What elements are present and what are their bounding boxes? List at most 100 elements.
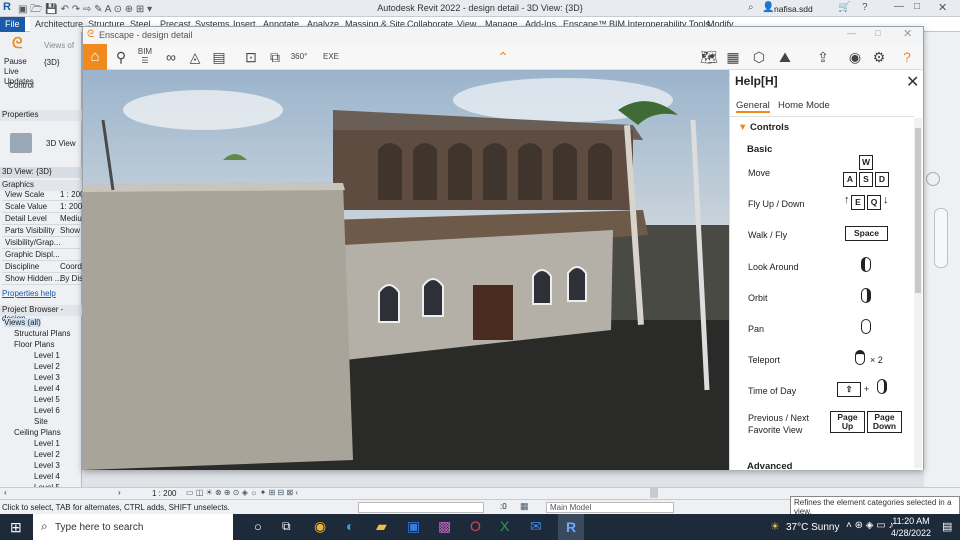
export-icon[interactable]: EXE bbox=[321, 47, 341, 67]
maximize-icon[interactable]: □ bbox=[914, 1, 920, 12]
map-icon[interactable]: 🗺 bbox=[699, 47, 719, 67]
opera-icon[interactable]: O bbox=[470, 518, 481, 534]
design-option-dropdown[interactable]: Main Model bbox=[546, 502, 674, 513]
view-selector[interactable]: {3D} bbox=[44, 58, 60, 67]
photos-icon[interactable]: ▩ bbox=[438, 518, 451, 535]
bim-icon[interactable]: BIM ☰ bbox=[135, 47, 155, 67]
eye-icon[interactable]: ◉ bbox=[845, 47, 865, 67]
property-value[interactable]: 1 : 200 bbox=[60, 190, 82, 199]
browser-tree-item[interactable]: Level 3 bbox=[34, 461, 60, 470]
properties-help-link[interactable]: Properties help bbox=[2, 289, 56, 298]
navigation-bar[interactable] bbox=[934, 208, 948, 268]
browser-tree-item[interactable]: Level 1 bbox=[34, 351, 60, 360]
cart-icon[interactable]: 🛒 bbox=[838, 2, 850, 13]
view-controls-icons[interactable]: ▭ ◫ ☀ ⊗ ⊕ ⊙ ◈ ☼ ✦ ⊞ ⊟ ⊠ ‹ bbox=[186, 488, 298, 497]
binoculars-icon[interactable]: ∞ bbox=[161, 47, 181, 67]
view-scale[interactable]: 1 : 200 bbox=[152, 489, 176, 498]
scroll-right-icon[interactable]: › bbox=[118, 488, 121, 497]
browser-tree-item[interactable]: Level 6 bbox=[34, 406, 60, 415]
task-view-icon[interactable]: ⧉ bbox=[282, 519, 291, 534]
panorama-icon[interactable]: 360° bbox=[289, 47, 309, 67]
browser-tree-item[interactable]: Site bbox=[34, 417, 48, 426]
close-icon[interactable]: ✕ bbox=[938, 1, 947, 14]
visual-settings-icon[interactable]: ⛰ bbox=[775, 47, 795, 67]
tab-home-mode[interactable]: Home Mode bbox=[778, 100, 830, 111]
browser-tree-item[interactable]: Floor Plans bbox=[14, 340, 54, 349]
tab-architecture[interactable]: Architecture bbox=[30, 17, 89, 32]
store-icon[interactable]: ▣ bbox=[407, 518, 420, 535]
tab-file[interactable]: File bbox=[0, 17, 25, 32]
viewcube-icon[interactable] bbox=[926, 172, 940, 186]
settings-gear-icon[interactable]: ⚙ bbox=[869, 47, 889, 67]
mail-icon[interactable]: ✉ bbox=[530, 518, 542, 535]
property-row[interactable]: View Scale 1 : 200 bbox=[2, 190, 82, 201]
system-tray-icons[interactable]: ˄ ⊛ ◈ ▭ ♪ bbox=[846, 520, 893, 531]
help-circle-icon[interactable]: ? bbox=[897, 47, 917, 67]
property-row[interactable]: Scale Value 1: 200 bbox=[2, 202, 82, 213]
file-explorer-icon[interactable]: ▰ bbox=[376, 518, 387, 535]
chrome-icon[interactable]: ◉ bbox=[314, 518, 326, 535]
cortana-icon[interactable]: ○ bbox=[254, 519, 262, 534]
walk-icon[interactable]: ⚲ bbox=[111, 47, 131, 67]
revit-taskbar-icon[interactable]: R bbox=[558, 514, 584, 540]
property-row[interactable]: Discipline Coord bbox=[2, 262, 82, 273]
workset-dropdown[interactable] bbox=[358, 502, 484, 513]
clock-time[interactable]: 11:20 AM bbox=[888, 516, 934, 526]
property-value[interactable]: Show o bbox=[60, 226, 82, 235]
batch-render-icon[interactable]: ⧉ bbox=[265, 47, 285, 67]
browser-tree-item[interactable]: Ceiling Plans bbox=[14, 428, 61, 437]
home-icon[interactable]: ⌂ bbox=[83, 44, 107, 70]
enscape-maximize-icon[interactable]: □ bbox=[875, 28, 880, 38]
edge-icon[interactable]: ◐ bbox=[346, 518, 354, 534]
property-row[interactable]: Parts Visibility Show o bbox=[2, 226, 82, 237]
search-icon[interactable]: ⌕ bbox=[748, 2, 754, 13]
windows-start-icon[interactable]: ⊞ bbox=[10, 519, 22, 536]
user-name[interactable]: nafisa.sdd bbox=[774, 4, 813, 14]
enscape-pause-icon[interactable]: ᘓ bbox=[12, 35, 23, 52]
upload-icon[interactable]: ⇪ bbox=[813, 47, 833, 67]
notifications-icon[interactable]: ▤ bbox=[942, 520, 952, 533]
help-scrollbar-thumb[interactable] bbox=[915, 128, 921, 293]
atmosphere-icon[interactable]: ◬ bbox=[185, 47, 205, 67]
property-row[interactable]: Visibility/Grap... bbox=[2, 238, 82, 249]
type-selector[interactable]: 3D View bbox=[46, 139, 76, 148]
help-close-icon[interactable]: ✕ bbox=[906, 72, 919, 92]
browser-tree-item[interactable]: Level 5 bbox=[34, 395, 60, 404]
browser-tree-item[interactable]: Level 4 bbox=[34, 384, 60, 393]
clock-date[interactable]: 4/28/2022 bbox=[888, 528, 934, 538]
minimize-icon[interactable]: — bbox=[894, 1, 904, 12]
browser-tree-item[interactable]: Level 3 bbox=[34, 373, 60, 382]
browser-tree-item[interactable]: Level 2 bbox=[34, 450, 60, 459]
material-editor-icon[interactable]: ▦ bbox=[723, 47, 743, 67]
3d-render-viewport[interactable] bbox=[83, 70, 729, 470]
controls-section[interactable]: ▼ Controls bbox=[738, 122, 789, 133]
help-icon[interactable]: ? bbox=[862, 2, 868, 13]
user-icon[interactable]: 👤 bbox=[762, 2, 774, 13]
browser-tree-item[interactable]: Level 1 bbox=[34, 439, 60, 448]
property-value[interactable]: By Dis bbox=[60, 274, 82, 283]
collapse-toolbar-icon[interactable]: ⌃ bbox=[493, 47, 513, 67]
search-box[interactable]: ⌕ Type here to search bbox=[33, 514, 233, 540]
browser-tree-item[interactable]: Level 4 bbox=[34, 472, 60, 481]
property-row[interactable]: Graphic Displ... bbox=[2, 250, 82, 261]
browser-tree-item[interactable]: Views (all) bbox=[4, 318, 41, 327]
property-row[interactable]: Show Hidden ... By Dis bbox=[2, 274, 82, 285]
tab-general[interactable]: General bbox=[736, 100, 770, 113]
asset-library-icon[interactable]: ⬡ bbox=[749, 47, 769, 67]
property-value[interactable]: Mediu bbox=[60, 214, 82, 223]
video-editor-icon[interactable]: ▤ bbox=[209, 47, 229, 67]
screenshot-icon[interactable]: ⊡ bbox=[241, 47, 261, 67]
weather-text[interactable]: 37°C Sunny bbox=[786, 522, 839, 533]
enscape-close-icon[interactable]: ✕ bbox=[903, 27, 912, 40]
excel-icon[interactable]: X bbox=[500, 518, 509, 534]
instance-selector[interactable]: 3D View: {3D} bbox=[0, 167, 82, 178]
browser-tree-item[interactable]: Level 2 bbox=[34, 362, 60, 371]
browser-tree-item[interactable]: Structural Plans bbox=[14, 329, 70, 338]
property-value[interactable]: Coord bbox=[60, 262, 82, 271]
design-options-icon[interactable]: ▦ bbox=[520, 501, 529, 512]
scroll-left-icon[interactable]: ‹ bbox=[4, 488, 7, 497]
horizontal-scroll-thumb[interactable] bbox=[650, 488, 658, 498]
enscape-minimize-icon[interactable]: — bbox=[847, 28, 856, 38]
property-row[interactable]: Detail Level Mediu bbox=[2, 214, 82, 225]
property-value[interactable]: 1: 200 bbox=[60, 202, 82, 211]
